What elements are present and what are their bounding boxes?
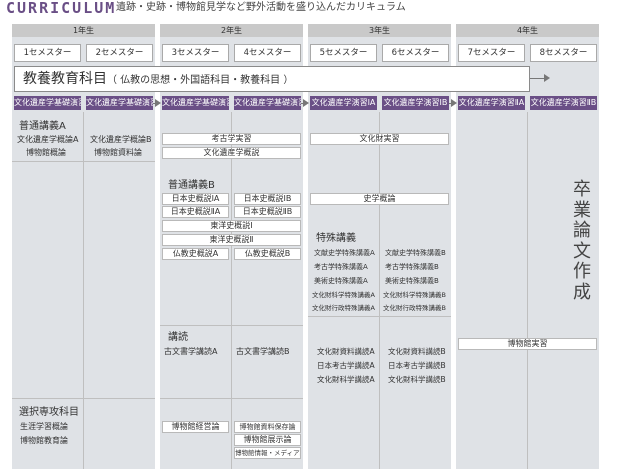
elective-heading: 選択専攻科目	[19, 407, 79, 418]
liberal-arrow-line	[530, 78, 544, 79]
semester-divider	[527, 112, 528, 469]
course-item: 古文書学講読B	[236, 347, 290, 356]
section-divider	[12, 398, 155, 399]
general-b-heading: 普通講義B	[168, 180, 215, 191]
course-item: 日本考古学講読A	[317, 361, 375, 370]
course-cell: 日本史概説ⅡA	[162, 206, 229, 218]
course-item: 生涯学習概論	[20, 422, 68, 431]
course-cell: 博物館情報・メディア論	[234, 447, 301, 459]
arrow-right-icon	[155, 99, 161, 107]
thesis-char: 卒	[573, 179, 591, 200]
course-item: 文化財行政特殊講義B	[383, 304, 446, 312]
seminar-badge: 文化遺産学基礎演習B	[86, 96, 153, 110]
semester-label: 7セメスター	[458, 44, 525, 62]
course-item: 文化遺産学概論A	[17, 135, 79, 144]
course-item: 博物館教育論	[20, 436, 68, 445]
course-item: 日本考古学講読B	[388, 361, 446, 370]
curriculum-logo: CURRICULUM	[6, 0, 117, 17]
thesis-char: 文	[573, 240, 591, 262]
course-item: 博物館概論	[26, 148, 66, 157]
semester-divider	[83, 112, 84, 469]
course-item: 文化財科学講読B	[388, 375, 446, 384]
course-item: 文献史学特殊講義B	[385, 249, 446, 257]
course-item: 考古学特殊講義B	[385, 263, 439, 271]
semester-label: 1セメスター	[14, 44, 81, 62]
general-a-heading: 普通講義A	[19, 121, 66, 132]
course-cell: 日本史概説ⅠB	[234, 193, 301, 205]
course-cell: 文化財実習	[310, 133, 449, 145]
course-cell: 東洋史概説Ⅱ	[162, 234, 301, 246]
course-cell: 仏教史概説B	[234, 248, 301, 260]
course-item: 考古学特殊講義A	[314, 263, 368, 271]
thesis-char: 作	[573, 261, 591, 282]
course-item: 文化財行政特殊講義A	[312, 304, 375, 312]
liberal-arts-title: 教養教育科目	[23, 71, 107, 87]
semester-label: 2セメスター	[86, 44, 153, 62]
arrow-right-icon	[544, 74, 550, 82]
course-cell: 考古学実習	[162, 133, 301, 145]
course-cell: 博物館実習	[458, 338, 597, 350]
course-item: 文化財科学講読A	[317, 375, 375, 384]
year-label: 1年生	[12, 24, 155, 37]
seminar-badge: 文化遺産学演習ⅠA	[310, 96, 377, 110]
special-heading: 特殊講義	[316, 233, 356, 244]
section-divider	[12, 161, 155, 162]
course-cell: 博物館経営論	[162, 421, 229, 433]
course-cell: 東洋史概説Ⅰ	[162, 220, 301, 232]
year-label: 3年生	[308, 24, 451, 37]
arrow-right-icon	[451, 99, 457, 107]
thesis-char: 業	[573, 199, 591, 221]
course-item: 博物館資料論	[94, 148, 142, 157]
year-label: 4年生	[456, 24, 599, 37]
course-item: 文化財科学特殊講義B	[383, 291, 446, 299]
semester-label: 8セメスター	[530, 44, 597, 62]
course-item: 文化財科学特殊講義A	[312, 291, 375, 299]
liberal-arts-bar: 教養教育科目（ 仏教の思想・外国語科目・教養科目 ）	[14, 66, 530, 92]
seminar-badge: 文化遺産学基礎演習A	[14, 96, 81, 110]
course-item: 文化財資料講読B	[388, 347, 446, 356]
course-item: 古文書学講読A	[164, 347, 218, 356]
semester-label: 5セメスター	[310, 44, 377, 62]
course-cell: 日本史概説ⅠA	[162, 193, 229, 205]
course-item: 美術史特殊講義B	[385, 277, 439, 285]
course-cell: 仏教史概説A	[162, 248, 229, 260]
section-divider	[160, 398, 303, 399]
section-divider	[160, 325, 303, 326]
page-subtitle: 遺跡・史跡・博物館見学など野外活動を盛り込んだカリキュラム	[116, 2, 406, 13]
semester-divider	[379, 112, 380, 469]
thesis-char: 成	[573, 281, 591, 303]
course-cell: 文化遺産学概説	[162, 147, 301, 159]
course-item: 美術史特殊講義A	[314, 277, 368, 285]
semester-label: 3セメスター	[162, 44, 229, 62]
seminar-badge: 文化遺産学演習ⅠB	[382, 96, 449, 110]
section-divider	[308, 316, 451, 317]
seminar-badge: 文化遺産学基礎演習C	[162, 96, 229, 110]
course-cell: 博物館資料保存論	[234, 421, 301, 433]
course-cell: 日本史概説ⅡB	[234, 206, 301, 218]
semester-label: 4セメスター	[234, 44, 301, 62]
thesis-char: 論	[573, 220, 591, 241]
liberal-arts-detail: （ 仏教の思想・外国語科目・教養科目 ）	[107, 75, 294, 86]
course-item: 文化財資料講読A	[317, 347, 375, 356]
seminar-badge: 文化遺産学演習ⅡA	[458, 96, 525, 110]
course-item: 文化遺産学概論B	[90, 135, 152, 144]
arrow-right-icon	[303, 99, 309, 107]
seminar-badge: 文化遺産学基礎演習D	[234, 96, 301, 110]
year-label: 2年生	[160, 24, 303, 37]
semester-label: 6セメスター	[382, 44, 449, 62]
semester-divider	[231, 112, 232, 469]
course-cell: 博物館展示論	[234, 434, 301, 446]
course-cell: 史学概論	[310, 193, 449, 205]
reading-heading: 講読	[168, 332, 188, 343]
thesis-label: 卒業論文作成	[571, 179, 593, 303]
course-item: 文献史学特殊講義A	[314, 249, 375, 257]
seminar-badge: 文化遺産学演習ⅡB	[530, 96, 597, 110]
